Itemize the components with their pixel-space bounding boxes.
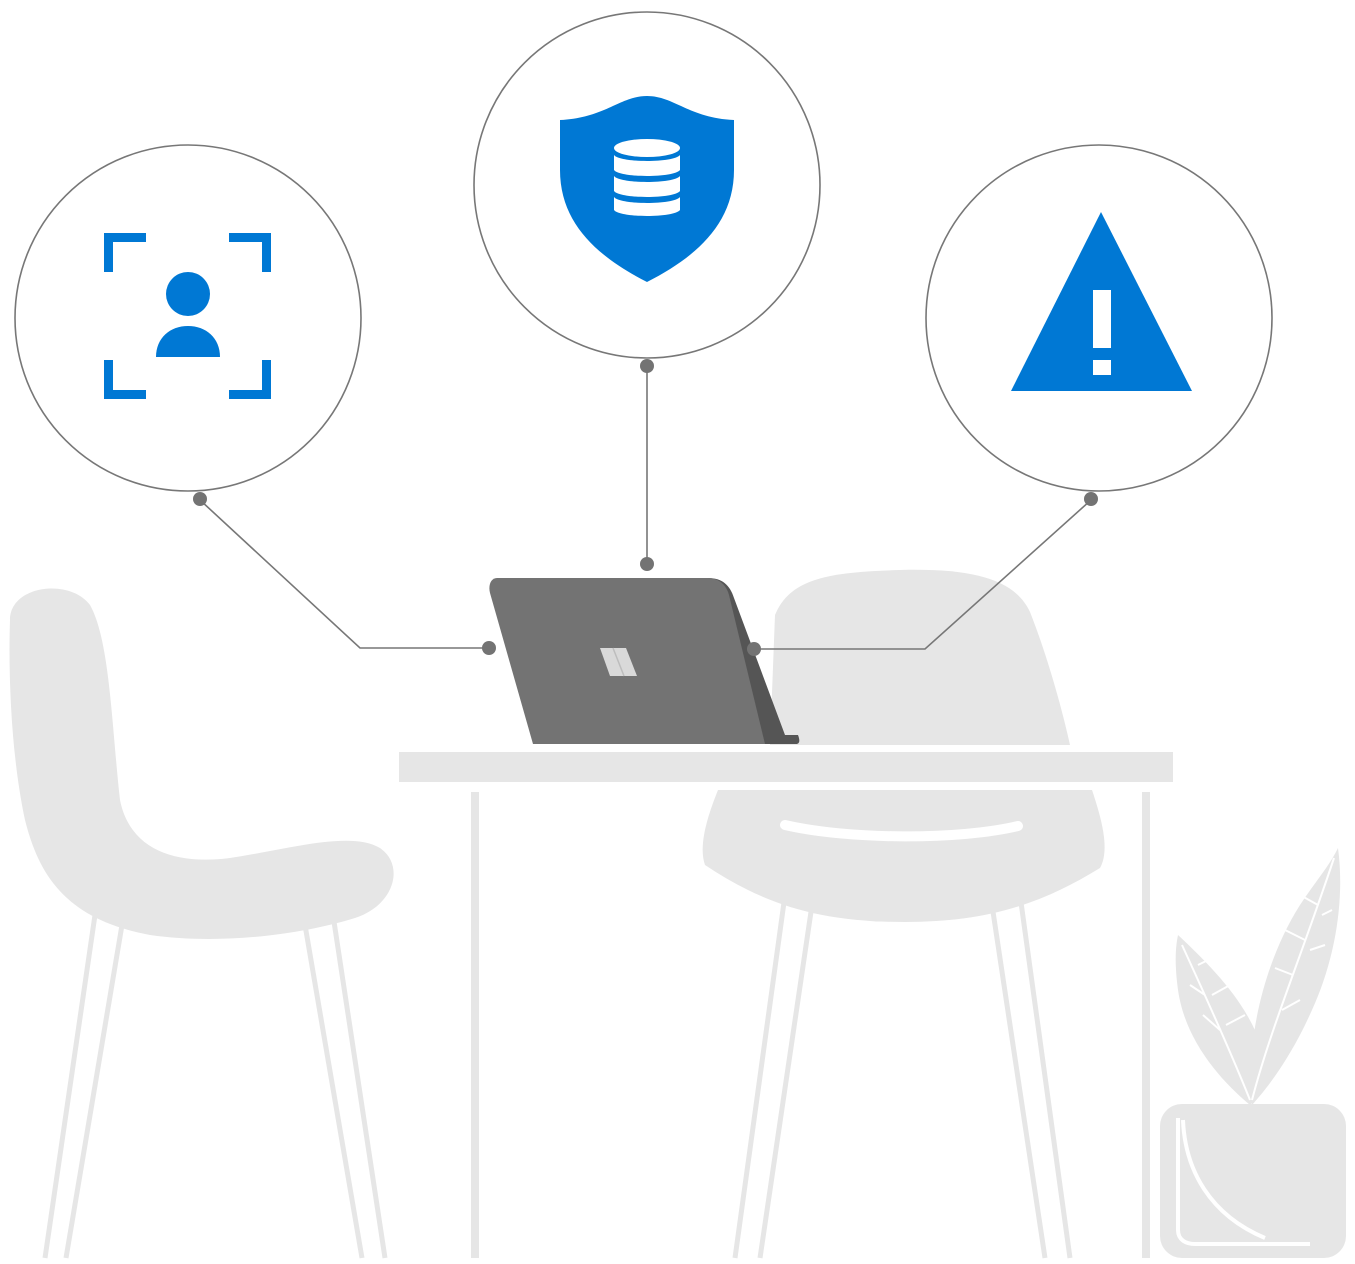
left-chair [9, 588, 394, 1259]
connector-left [199, 499, 489, 649]
security-illustration [9, 11, 1346, 1259]
identity-bubble [14, 144, 362, 492]
alert-bubble [925, 144, 1273, 492]
laptop [489, 578, 800, 744]
potted-plant [1160, 848, 1346, 1258]
right-chair [702, 569, 1105, 1259]
data-protection-bubble [473, 11, 821, 359]
